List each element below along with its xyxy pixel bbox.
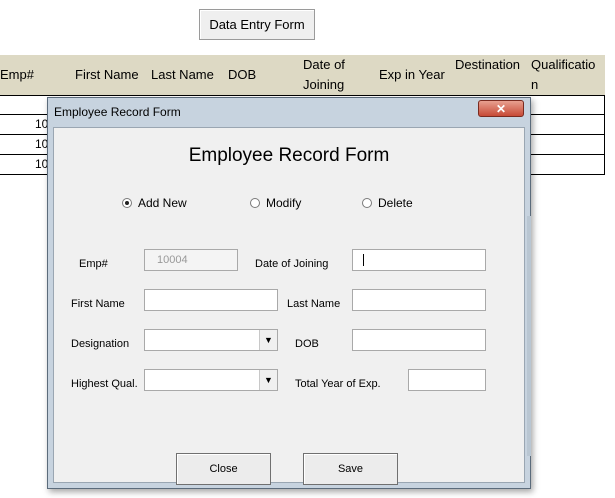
dob-field[interactable] [352,329,486,351]
header-last-name: Last Name [151,67,214,82]
date-of-joining-label: Date of Joining [255,258,329,270]
radio-modify[interactable]: Modify [250,196,301,210]
total-exp-label: Total Year of Exp. [295,378,381,390]
data-entry-form-button[interactable]: Data Entry Form [199,9,315,40]
radio-add-new-label: Add New [138,196,187,210]
first-name-field[interactable] [144,289,278,311]
close-button[interactable]: Close [176,453,271,485]
radio-add-new[interactable]: Add New [122,196,187,210]
designation-label: Designation [71,338,130,350]
highest-qual-label: Highest Qual. [71,378,138,390]
total-exp-field[interactable] [408,369,486,391]
sheet-header-row: Emp# First Name Last Name DOB Date of Jo… [0,55,605,95]
radio-unselected-icon [250,198,260,208]
last-name-field[interactable] [352,289,486,311]
grid-right-border [604,95,605,175]
emp-no-label: Emp# [79,258,108,270]
date-of-joining-field[interactable] [352,249,486,271]
first-name-label: First Name [71,298,125,310]
dropdown-arrow-icon[interactable]: ▼ [259,330,277,350]
radio-delete[interactable]: Delete [362,196,413,210]
grid-top-border [0,95,605,96]
employee-record-dialog: Employee Record Form ✕ Employee Record F… [47,97,531,489]
header-destination: Destination [455,57,521,72]
radio-selected-icon [122,198,132,208]
last-name-label: Last Name [287,298,341,310]
radio-unselected-icon [362,198,372,208]
dialog-frame-edge [527,216,531,456]
header-date-of-joining: Date of Joining [303,57,345,92]
header-dob: DOB [228,67,257,82]
form-heading: Employee Record Form [188,145,390,166]
text-cursor [363,254,364,266]
header-exp-in-year: Exp in Year [379,67,445,82]
header-emp: Emp# [0,67,34,82]
dropdown-arrow-icon[interactable]: ▼ [259,370,277,390]
designation-dropdown[interactable]: ▼ [144,329,278,351]
save-button[interactable]: Save [303,453,398,485]
highest-qual-dropdown[interactable]: ▼ [144,369,278,391]
header-first-name: First Name [75,67,139,82]
dob-label: DOB [295,338,319,350]
dialog-title: Employee Record Form [54,105,181,119]
emp-no-field[interactable]: 10004 [144,249,238,271]
dialog-client-area: Employee Record Form Add New Modify Dele… [53,127,525,485]
header-qualification: Qualification [531,57,596,92]
radio-delete-label: Delete [378,196,413,210]
close-icon[interactable]: ✕ [478,100,524,117]
radio-modify-label: Modify [266,196,302,210]
